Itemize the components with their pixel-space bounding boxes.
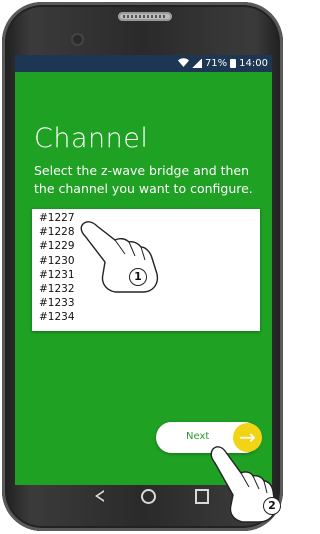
nav-bar bbox=[15, 486, 272, 508]
status-bar: 71% 14:00 bbox=[15, 55, 272, 72]
arrow-right-icon: → bbox=[233, 423, 262, 452]
channel-item[interactable]: #1234 bbox=[39, 310, 260, 324]
step-badge-1: 1 bbox=[129, 268, 147, 286]
page-title: Channel bbox=[34, 123, 149, 154]
wifi-icon bbox=[177, 57, 189, 70]
front-camera bbox=[73, 35, 82, 44]
back-icon[interactable] bbox=[95, 490, 104, 502]
recents-icon[interactable] bbox=[195, 489, 209, 504]
channel-item[interactable]: #1228 bbox=[39, 225, 260, 239]
channel-item[interactable]: #1230 bbox=[39, 254, 260, 268]
next-button[interactable]: Next → bbox=[156, 422, 262, 453]
signal-icon bbox=[191, 59, 202, 68]
channel-item[interactable]: #1227 bbox=[39, 211, 260, 225]
speaker-grille bbox=[118, 12, 172, 21]
battery-percent: 71% bbox=[204, 58, 228, 69]
channel-item[interactable]: #1233 bbox=[39, 296, 260, 310]
home-icon[interactable] bbox=[141, 489, 156, 504]
battery-icon bbox=[230, 59, 237, 68]
channel-list[interactable]: #1227 #1228 #1229 #1230 #1231 #1232 #1233 #1234 bbox=[32, 209, 260, 331]
channel-item[interactable]: #1229 bbox=[39, 239, 260, 253]
step-badge-2: 2 bbox=[263, 497, 281, 515]
channel-item[interactable]: #1231 bbox=[39, 268, 260, 282]
instruction-text: Select the z-wave bridge and then the ch… bbox=[34, 163, 253, 196]
channel-item[interactable]: #1232 bbox=[39, 282, 260, 296]
next-button-label: Next bbox=[186, 431, 210, 442]
clock: 14:00 bbox=[239, 58, 268, 69]
